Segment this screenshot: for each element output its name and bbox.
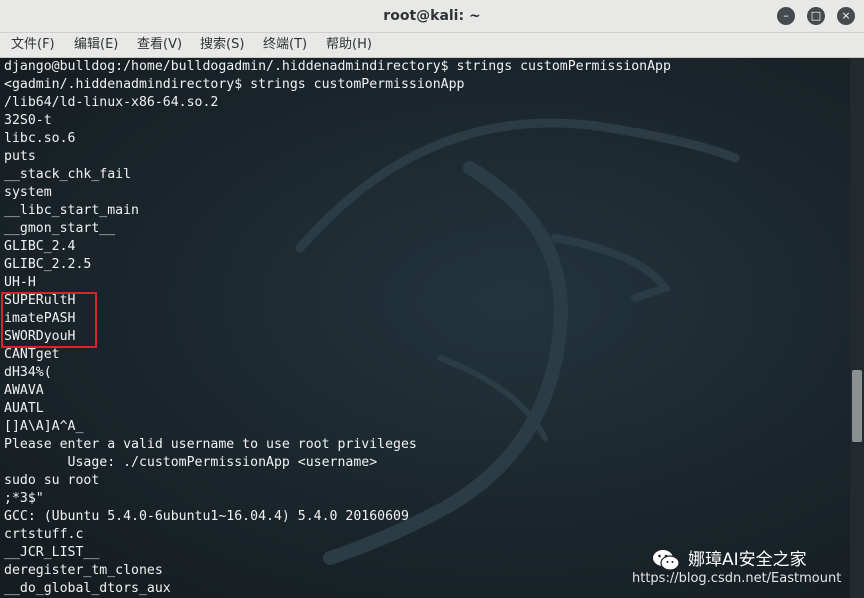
terminal-line: Usage: ./customPermissionApp <username>: [4, 455, 378, 470]
maximize-button[interactable]: □: [807, 7, 825, 25]
highlight-box: [1, 292, 97, 348]
terminal-line: __stack_chk_fail: [4, 167, 132, 182]
terminal-line: __libc_start_main: [4, 203, 139, 218]
menu-edit[interactable]: 编辑(E): [74, 33, 118, 57]
terminal-line: __do_global_dtors_aux: [4, 581, 171, 596]
terminal-line: ;*3$": [4, 491, 44, 506]
terminal-line: /lib64/ld-linux-x86-64.so.2: [4, 95, 219, 110]
menu-view[interactable]: 查看(V): [137, 33, 182, 57]
terminal-line: django@bulldog:/home/bulldogadmin/.hidde…: [4, 59, 671, 74]
terminal-line: 32S0-t: [4, 113, 52, 128]
terminal-line: GCC: (Ubuntu 5.4.0-6ubuntu1~16.04.4) 5.4…: [4, 509, 409, 524]
terminal-line: AWAVA: [4, 383, 44, 398]
scrollbar-thumb[interactable]: [852, 370, 862, 442]
menu-bar: 文件(F) 编辑(E) 查看(V) 搜索(S) 终端(T) 帮助(H): [0, 33, 864, 58]
terminal-line: CANTget: [4, 347, 60, 362]
minimize-button[interactable]: –: [777, 7, 795, 25]
terminal-line: UH-H: [4, 275, 36, 290]
terminal-line: GLIBC_2.2.5: [4, 257, 92, 272]
menu-file[interactable]: 文件(F): [11, 33, 55, 57]
terminal-line: dH34%(: [4, 365, 52, 380]
terminal-line: libc.so.6: [4, 131, 76, 146]
menu-help[interactable]: 帮助(H): [326, 33, 372, 57]
terminal-line: <gadmin/.hiddenadmindirectory$ strings c…: [4, 77, 465, 92]
wechat-icon: [653, 550, 680, 571]
window-title: root@kali: ~: [383, 8, 481, 24]
terminal-line: []A\A]A^A_: [4, 419, 84, 434]
terminal-line: AUATL: [4, 401, 44, 416]
terminal-line: Please enter a valid username to use roo…: [4, 437, 417, 452]
terminal-line: system: [4, 185, 52, 200]
terminal-line: __JCR_LIST__: [4, 545, 100, 560]
scrollbar[interactable]: [850, 58, 864, 598]
terminal-line: puts: [4, 149, 36, 164]
terminal-line: sudo su root: [4, 473, 100, 488]
terminal-line: crtstuff.c: [4, 527, 84, 542]
terminal-line: deregister_tm_clones: [4, 563, 163, 578]
window-titlebar[interactable]: root@kali: ~ – □ ×: [0, 0, 864, 33]
menu-search[interactable]: 搜索(S): [200, 33, 244, 57]
terminal-line: __gmon_start__: [4, 221, 116, 236]
close-button[interactable]: ×: [837, 7, 855, 25]
terminal-output: django@bulldog:/home/bulldogadmin/.hidde…: [4, 58, 671, 598]
terminal-line: GLIBC_2.4: [4, 239, 76, 254]
menu-terminal[interactable]: 终端(T): [263, 33, 307, 57]
terminal-view[interactable]: django@bulldog:/home/bulldogadmin/.hidde…: [0, 58, 850, 598]
watermark-url: https://blog.csdn.net/Eastmount: [632, 571, 842, 586]
watermark-brand: 娜璋AI安全之家: [688, 550, 807, 570]
